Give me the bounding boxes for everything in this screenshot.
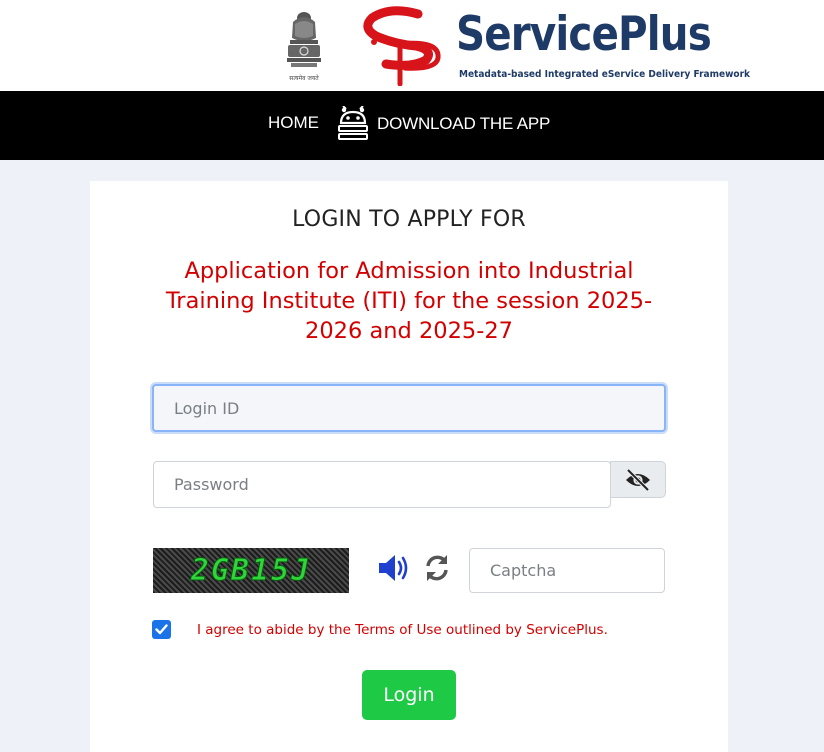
checkmark-icon: [155, 624, 168, 635]
terms-agreement-row: I agree to abide by the Terms of Use out…: [152, 620, 608, 639]
serviceplus-sp-logo: [363, 6, 441, 86]
android-icon: [338, 106, 368, 140]
toggle-password-visibility-button[interactable]: [610, 461, 666, 498]
speaker-audio-icon[interactable]: [377, 553, 413, 583]
captcha-input[interactable]: [469, 548, 665, 593]
application-title: Application for Admission into Industria…: [165, 258, 653, 344]
brand-name: ServicePlus: [456, 7, 712, 62]
login-card: LOGIN TO APPLY FOR Application for Admis…: [90, 181, 728, 752]
emblem-motto: सत्यमेव जयते: [289, 74, 319, 82]
eye-slash-icon: [626, 468, 650, 491]
terms-agreement-text: I agree to abide by the Terms of Use out…: [197, 621, 608, 638]
terms-checkbox[interactable]: [152, 620, 171, 639]
captcha-image: 2GB15J: [153, 548, 349, 593]
nav-download-app-link[interactable]: DOWNLOAD THE APP: [336, 106, 550, 142]
refresh-captcha-icon[interactable]: [423, 554, 451, 582]
nav-home-link[interactable]: HOME: [268, 113, 319, 133]
main-navbar: HOME DOWNLOAD THE APP: [0, 91, 824, 160]
national-emblem-logo: सत्यमेव जयते: [287, 12, 321, 82]
login-heading: LOGIN TO APPLY FOR: [292, 207, 526, 232]
login-id-input[interactable]: [152, 384, 666, 432]
login-button[interactable]: Login: [362, 670, 456, 720]
password-input[interactable]: [153, 461, 611, 508]
download-app-label: DOWNLOAD THE APP: [377, 114, 551, 133]
site-header: सत्यमेव जयते ServicePlus Metadata-based …: [0, 0, 824, 91]
captcha-code: 2GB15J: [190, 553, 312, 589]
brand-tagline: Metadata-based Integrated eService Deliv…: [459, 69, 751, 80]
